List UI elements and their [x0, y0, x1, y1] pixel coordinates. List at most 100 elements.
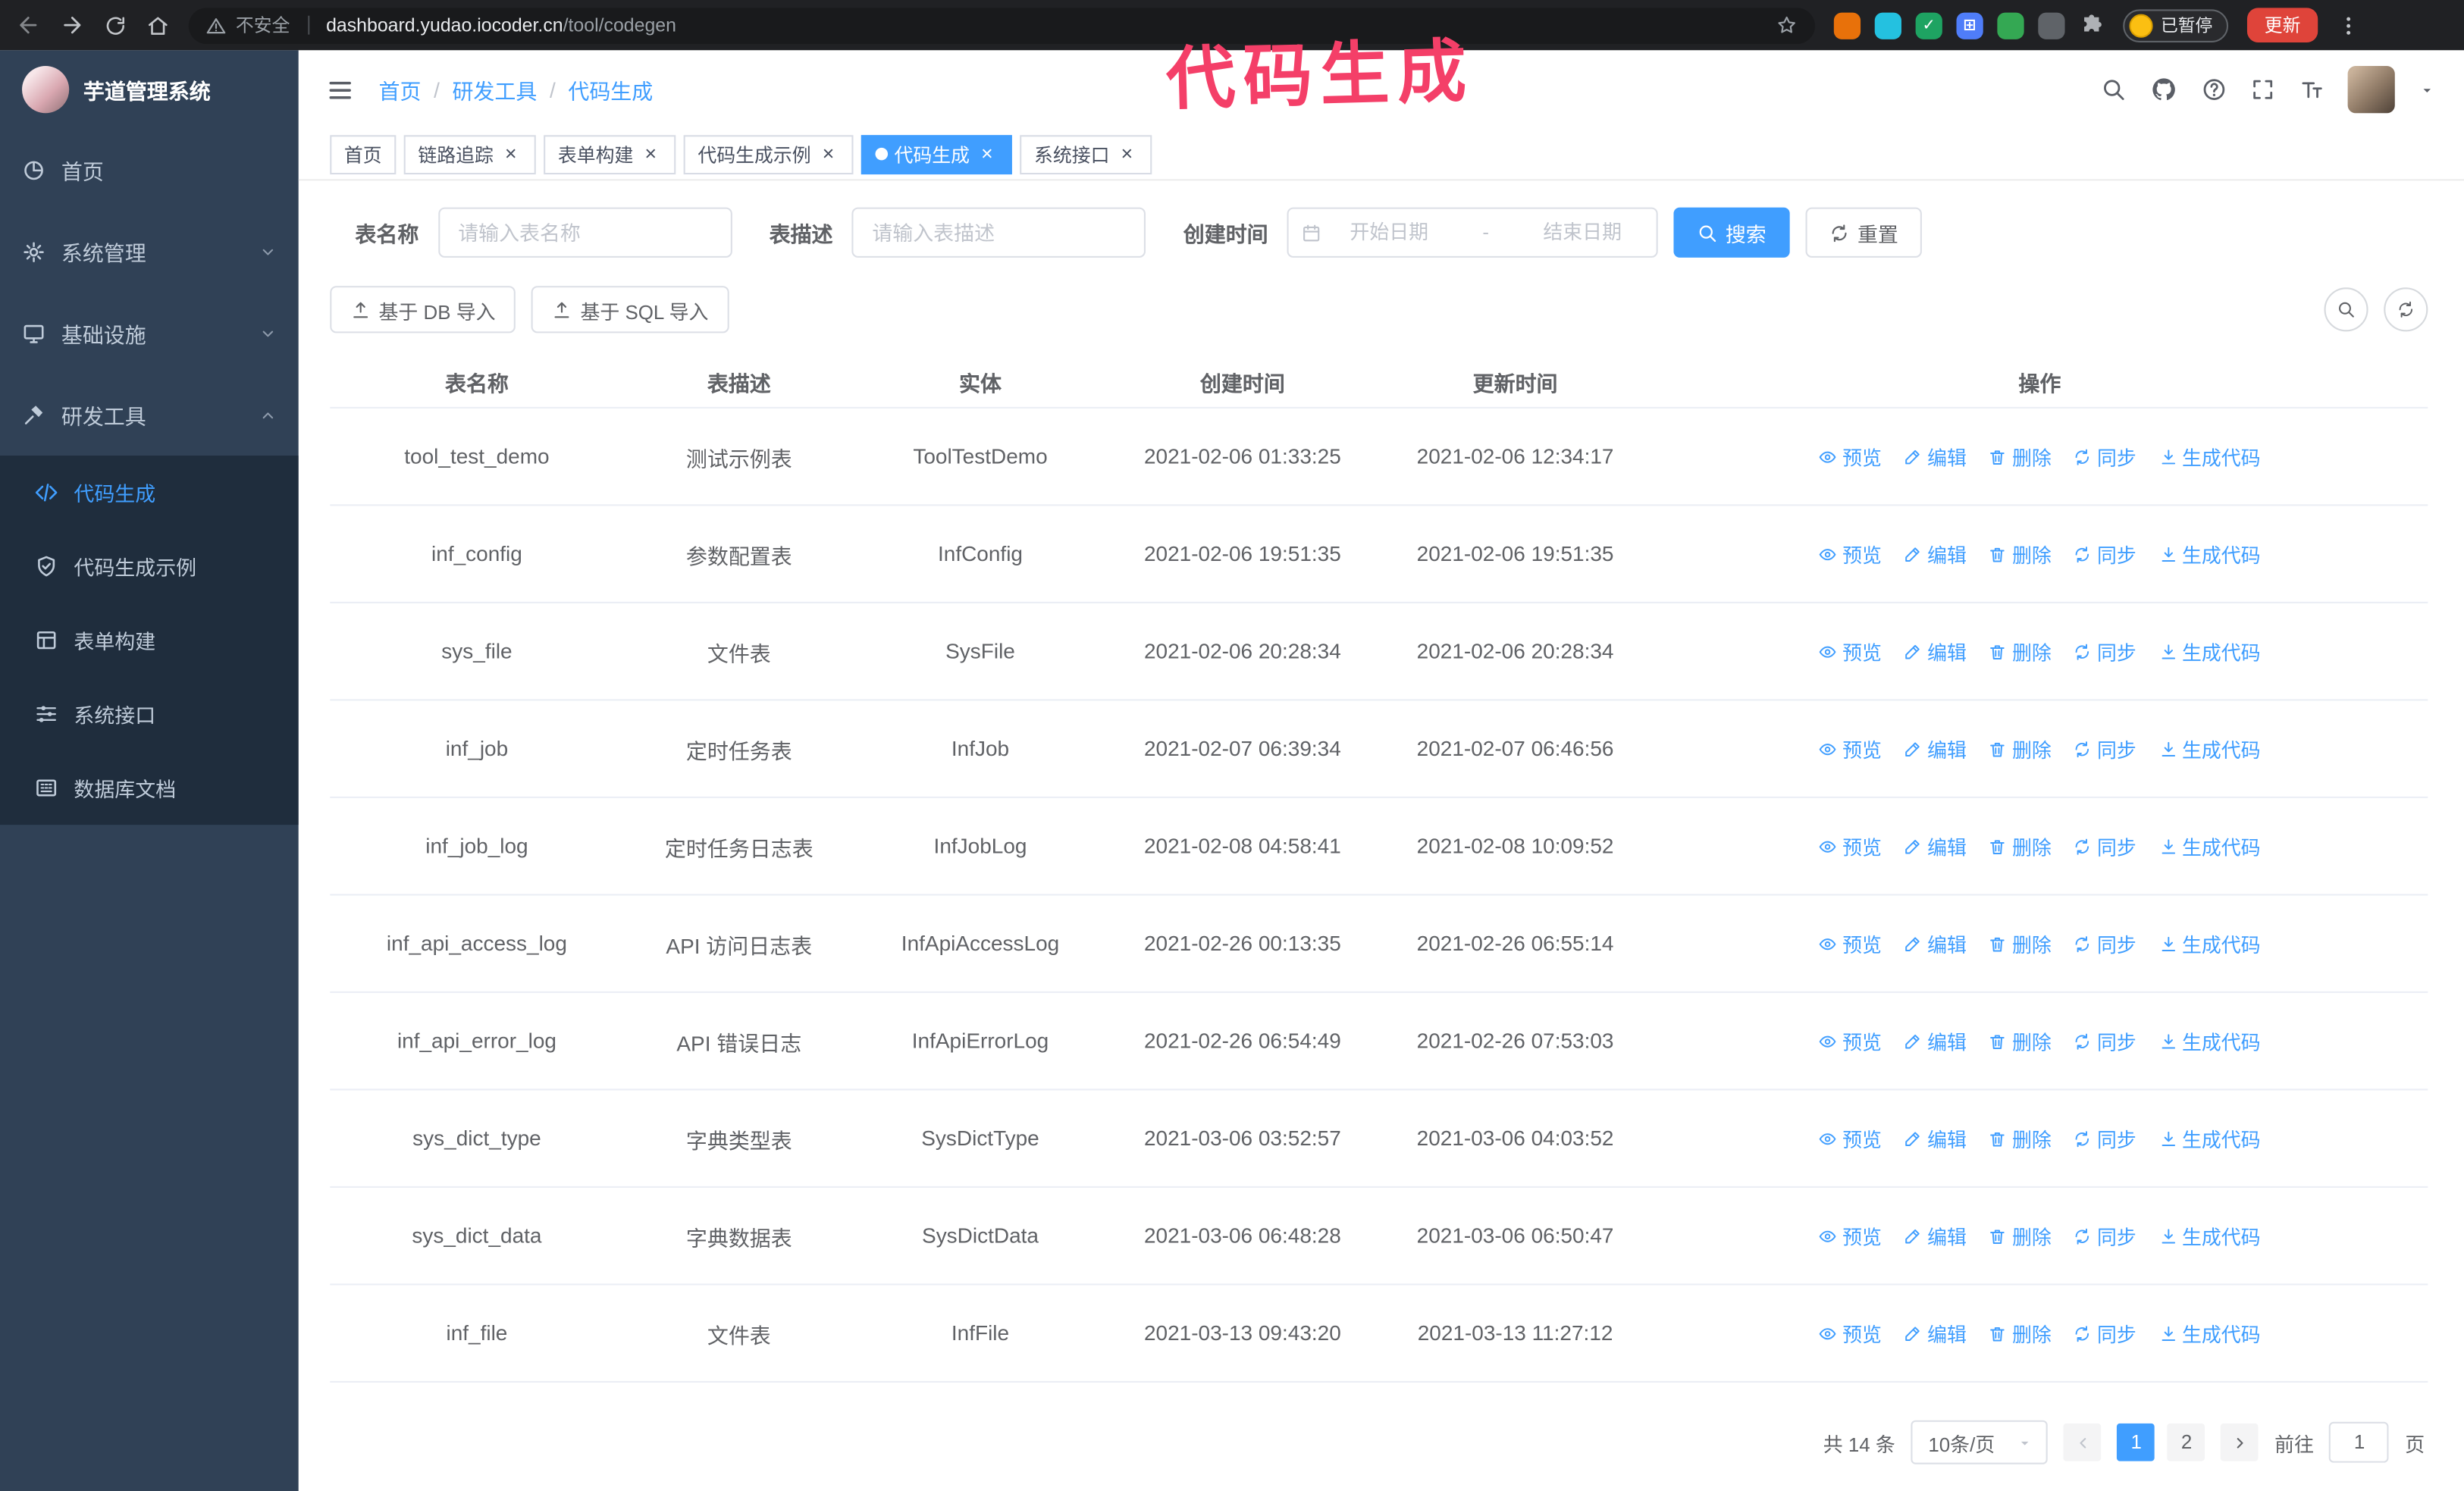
- close-icon[interactable]: ×: [500, 143, 522, 165]
- edit-link[interactable]: 编辑: [1904, 539, 1967, 569]
- extension-dark-icon[interactable]: [2038, 11, 2065, 39]
- edit-link[interactable]: 编辑: [1904, 734, 1967, 763]
- preview-link[interactable]: 预览: [1819, 636, 1882, 666]
- tab-链路追踪[interactable]: 链路追踪 ×: [403, 134, 536, 174]
- security-warning-icon[interactable]: [206, 15, 227, 36]
- delete-link[interactable]: 删除: [1989, 441, 2052, 471]
- extension-orange-icon[interactable]: [1833, 11, 1861, 39]
- extension-green-check-icon[interactable]: ✓: [1915, 11, 1942, 39]
- browser-back-button[interactable]: [16, 13, 41, 38]
- delete-link[interactable]: 删除: [1989, 929, 2052, 958]
- sync-link[interactable]: 同步: [2074, 1026, 2136, 1055]
- sidebar-item-首页[interactable]: 首页: [0, 129, 299, 211]
- generate-code-link[interactable]: 生成代码: [2158, 1123, 2261, 1153]
- edit-link[interactable]: 编辑: [1904, 1318, 1967, 1348]
- goto-page-input[interactable]: [2329, 1421, 2390, 1463]
- sync-link[interactable]: 同步: [2074, 539, 2136, 569]
- page-1-button[interactable]: 1: [2117, 1423, 2155, 1461]
- edit-link[interactable]: 编辑: [1904, 929, 1967, 958]
- edit-link[interactable]: 编辑: [1904, 441, 1967, 471]
- preview-link[interactable]: 预览: [1819, 539, 1882, 569]
- delete-link[interactable]: 删除: [1989, 539, 2052, 569]
- preview-link[interactable]: 预览: [1819, 1123, 1882, 1153]
- tab-表单构建[interactable]: 表单构建 ×: [544, 134, 676, 174]
- generate-code-link[interactable]: 生成代码: [2158, 929, 2261, 958]
- preview-link[interactable]: 预览: [1819, 831, 1882, 860]
- hamburger-icon[interactable]: [327, 77, 353, 103]
- sidebar-item-研发工具[interactable]: 研发工具: [0, 374, 299, 456]
- close-icon[interactable]: ×: [1116, 143, 1138, 165]
- next-page-button[interactable]: [2221, 1423, 2259, 1461]
- date-range-picker[interactable]: -: [1287, 207, 1658, 258]
- sync-link[interactable]: 同步: [2074, 929, 2136, 958]
- sync-link[interactable]: 同步: [2074, 1123, 2136, 1153]
- page-size-select[interactable]: 10条/页: [1911, 1420, 2049, 1464]
- delete-link[interactable]: 删除: [1989, 636, 2052, 666]
- sync-link[interactable]: 同步: [2074, 734, 2136, 763]
- generate-code-link[interactable]: 生成代码: [2158, 1026, 2261, 1055]
- sync-link[interactable]: 同步: [2074, 1220, 2136, 1250]
- browser-home-button[interactable]: [146, 14, 170, 37]
- sidebar-item-表单构建[interactable]: 表单构建: [0, 603, 299, 677]
- reset-button[interactable]: 重置: [1805, 207, 1922, 258]
- paused-badge[interactable]: 已暂停: [2123, 8, 2229, 42]
- edit-link[interactable]: 编辑: [1904, 1123, 1967, 1153]
- breadcrumb-item[interactable]: 首页: [379, 74, 422, 105]
- preview-link[interactable]: 预览: [1819, 1318, 1882, 1348]
- extension-blue-grid-icon[interactable]: ⊞: [1956, 11, 1983, 39]
- browser-menu-icon[interactable]: [2337, 14, 2360, 37]
- delete-link[interactable]: 删除: [1989, 1123, 2052, 1153]
- delete-link[interactable]: 删除: [1989, 1026, 2052, 1055]
- search-button[interactable]: 搜索: [1673, 207, 1790, 258]
- user-avatar[interactable]: [2347, 66, 2395, 114]
- generate-code-link[interactable]: 生成代码: [2158, 1318, 2261, 1348]
- toggle-search-button[interactable]: [2324, 287, 2368, 332]
- page-2-button[interactable]: 2: [2168, 1423, 2205, 1461]
- avatar-caret-icon[interactable]: [2419, 81, 2436, 99]
- delete-link[interactable]: 删除: [1989, 734, 2052, 763]
- start-date-input[interactable]: [1328, 221, 1451, 244]
- preview-link[interactable]: 预览: [1819, 734, 1882, 763]
- prev-page-button[interactable]: [2064, 1423, 2102, 1461]
- extension-green-icon[interactable]: [1997, 11, 2024, 39]
- close-icon[interactable]: ×: [817, 143, 839, 165]
- edit-link[interactable]: 编辑: [1904, 1220, 1967, 1250]
- preview-link[interactable]: 预览: [1819, 1220, 1882, 1250]
- sync-link[interactable]: 同步: [2074, 1318, 2136, 1348]
- fullscreen-icon[interactable]: [2250, 77, 2275, 102]
- browser-reload-button[interactable]: [104, 14, 127, 37]
- close-icon[interactable]: ×: [640, 143, 662, 165]
- breadcrumb-item[interactable]: 代码生成: [568, 74, 653, 105]
- sidebar-item-数据库文档[interactable]: 数据库文档: [0, 751, 299, 825]
- preview-link[interactable]: 预览: [1819, 1026, 1882, 1055]
- sidebar-item-系统管理[interactable]: 系统管理: [0, 211, 299, 293]
- table-desc-input[interactable]: [851, 207, 1146, 258]
- extensions-puzzle-icon[interactable]: [2079, 13, 2104, 38]
- import-sql-button[interactable]: 基于 SQL 导入: [531, 286, 729, 334]
- sidebar-item-代码生成[interactable]: 代码生成: [0, 456, 299, 529]
- update-button[interactable]: 更新: [2246, 8, 2318, 42]
- generate-code-link[interactable]: 生成代码: [2158, 734, 2261, 763]
- address-bar[interactable]: 不安全 dashboard.yudao.iocoder.cn/tool/code…: [188, 7, 1815, 43]
- edit-link[interactable]: 编辑: [1904, 636, 1967, 666]
- help-icon[interactable]: [2202, 77, 2227, 102]
- font-size-icon[interactable]: [2299, 77, 2324, 102]
- generate-code-link[interactable]: 生成代码: [2158, 636, 2261, 666]
- github-icon[interactable]: [2149, 75, 2177, 103]
- tab-首页[interactable]: 首页: [330, 134, 397, 174]
- sidebar-item-系统接口[interactable]: 系统接口: [0, 677, 299, 750]
- bookmark-star-icon[interactable]: [1776, 14, 1798, 36]
- sync-link[interactable]: 同步: [2074, 636, 2136, 666]
- generate-code-link[interactable]: 生成代码: [2158, 831, 2261, 860]
- import-db-button[interactable]: 基于 DB 导入: [330, 286, 516, 334]
- breadcrumb-item[interactable]: 研发工具: [452, 74, 537, 105]
- refresh-table-button[interactable]: [2384, 287, 2428, 332]
- tab-系统接口[interactable]: 系统接口 ×: [1020, 134, 1152, 174]
- delete-link[interactable]: 删除: [1989, 1220, 2052, 1250]
- edit-link[interactable]: 编辑: [1904, 831, 1967, 860]
- browser-forward-button[interactable]: [60, 13, 85, 38]
- search-icon[interactable]: [2101, 77, 2126, 102]
- tab-代码生成示例[interactable]: 代码生成示例 ×: [683, 134, 854, 174]
- generate-code-link[interactable]: 生成代码: [2158, 539, 2261, 569]
- sidebar-item-代码生成示例[interactable]: 代码生成示例: [0, 529, 299, 603]
